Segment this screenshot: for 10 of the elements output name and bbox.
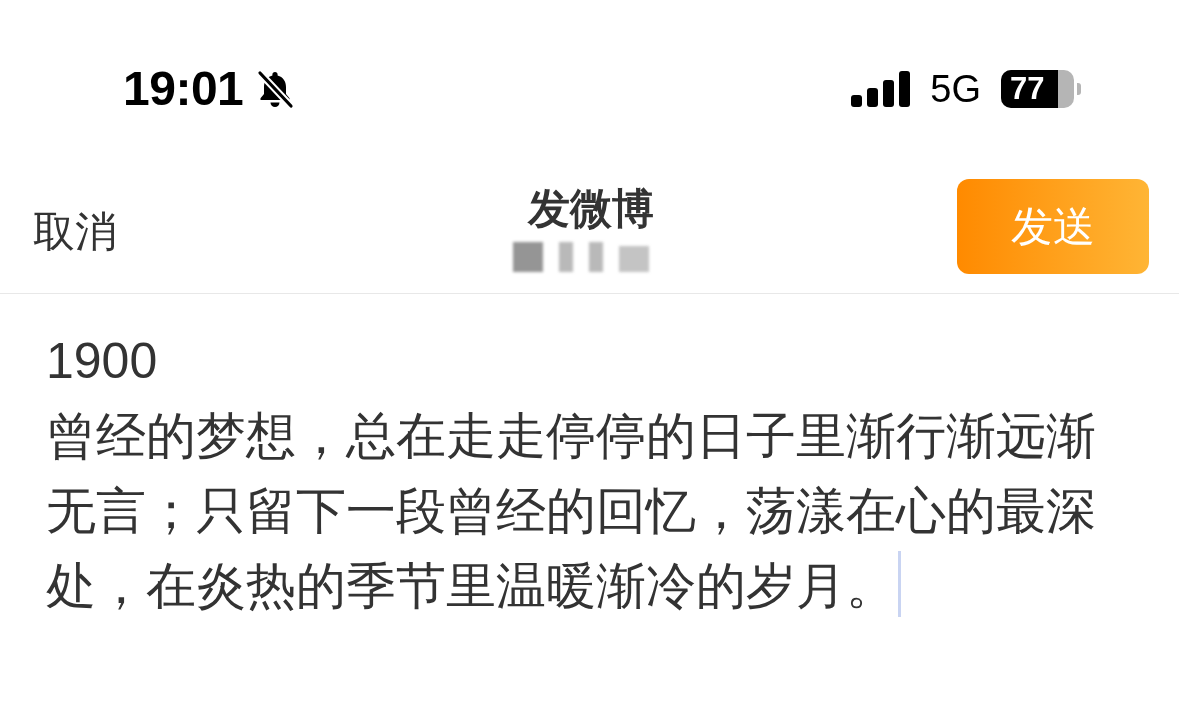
muted-bell-icon [255, 69, 296, 109]
compose-text-field[interactable]: 1900 曾经的梦想，总在走走停停的日子里渐行渐远渐无言；只留下一段曾经的回忆，荡漾在心的最深处，在炎热的季节里温暖渐冷的岁月。 [46, 324, 1131, 624]
signal-bars-icon [851, 71, 911, 107]
cancel-button[interactable]: 取消 [33, 207, 117, 258]
battery-icon [1001, 70, 1081, 108]
text-cursor [898, 551, 901, 617]
network-type: 5G [930, 70, 981, 108]
battery-percentage: 77 [1010, 74, 1045, 104]
status-time: 19:01 [123, 65, 244, 113]
page-title: 发微博 [528, 186, 654, 233]
